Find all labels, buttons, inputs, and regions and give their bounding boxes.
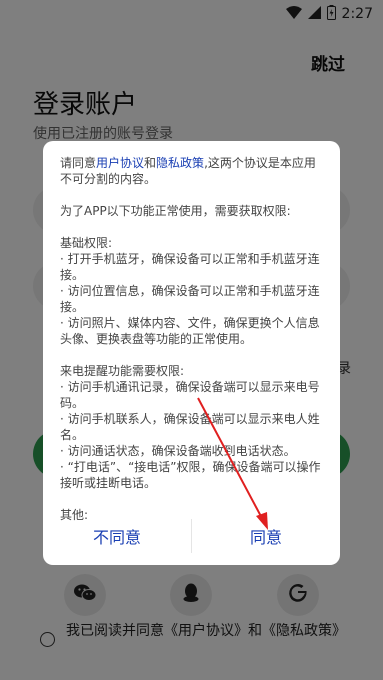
annotation-arrow-icon [197,397,268,530]
screen: 2:27 跳过 登录账户 使用已注册的账号登录 录 我已阅读并同意《用户协议》和… [0,0,383,680]
